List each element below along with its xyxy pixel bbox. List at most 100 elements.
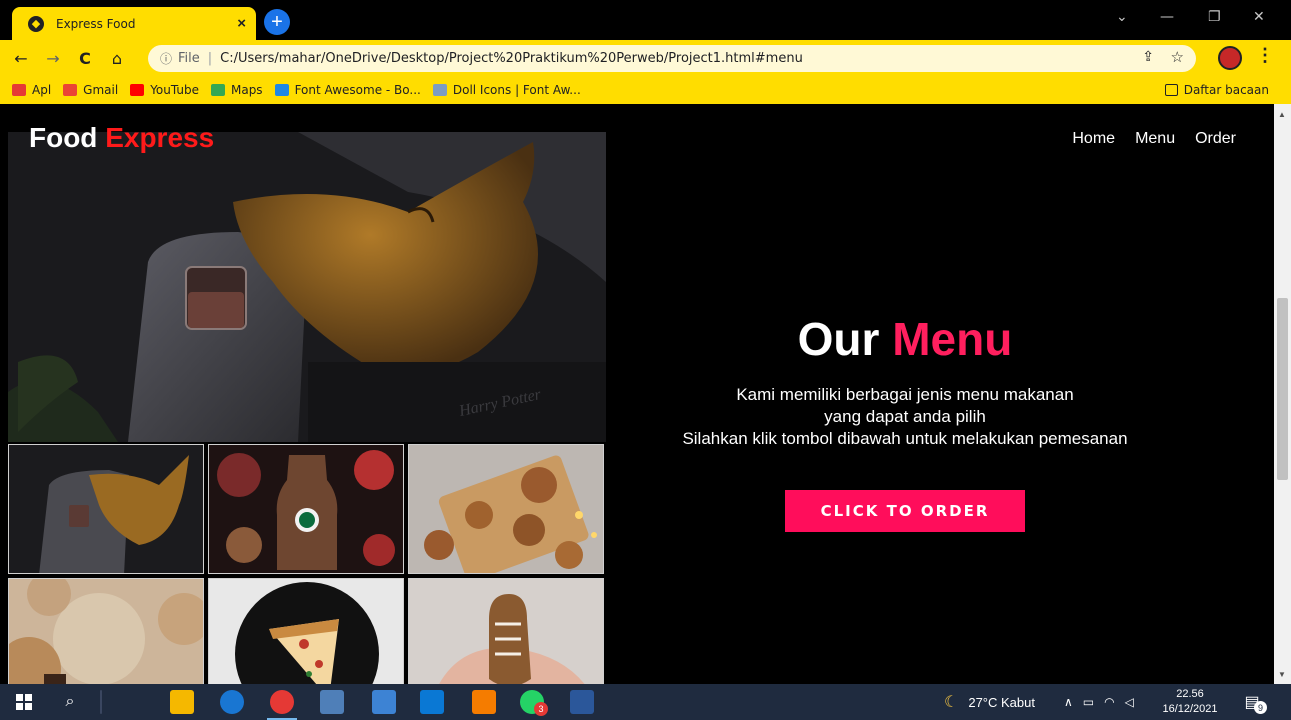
active-tab[interactable]: ◆ Express Food ×	[12, 7, 256, 40]
tab-favicon-icon: ◆	[28, 15, 44, 32]
clock-date: 16/12/2021	[1162, 703, 1218, 715]
bookmark-label: YouTube	[150, 83, 199, 97]
bookmark-label: Font Awesome - Bo...	[294, 83, 421, 97]
word-icon[interactable]	[570, 690, 594, 714]
address-bar[interactable]: ⓘ File | C:/Users/mahar/OneDrive/Desktop…	[148, 45, 1196, 72]
gallery-thumb-gingerbread[interactable]	[408, 444, 604, 574]
nav-link-order[interactable]: Order	[1195, 130, 1236, 148]
url-separator: |	[207, 51, 213, 66]
hero-photo: Harry Potter	[8, 132, 606, 442]
thumb-cookies-art	[9, 579, 203, 684]
page-scrollbar[interactable]: ▲ ▼	[1274, 104, 1291, 684]
scroll-thumb[interactable]	[1277, 298, 1288, 480]
reading-list-button[interactable]: Daftar bacaan	[1164, 83, 1269, 97]
windows-taskbar: ⌕ 3 ☾ 27°C Kabut ∧ ▭ ◠ ◁ 22.56 16/12/202…	[0, 684, 1291, 720]
notification-center-icon[interactable]: ▤ 9	[1240, 690, 1267, 714]
tab-title: Express Food	[56, 16, 136, 31]
bookmark-favicon-icon	[274, 84, 289, 96]
taskbar-divider	[100, 690, 102, 714]
restore-icon[interactable]: ❐	[1208, 9, 1221, 25]
vscode-icon[interactable]	[420, 690, 444, 714]
click-to-order-button[interactable]: CLICK TO ORDER	[785, 490, 1025, 532]
home-icon[interactable]: ⌂	[106, 49, 128, 68]
bookmark-favicon-icon	[210, 84, 225, 96]
bookmark-favicon-icon	[432, 84, 447, 96]
logo-text-accent: Express	[105, 122, 215, 153]
tab-search-icon[interactable]: ⌄	[1116, 9, 1128, 25]
bookmark-label: Doll Icons | Font Aw...	[452, 83, 581, 97]
bookmark-favicon-icon	[63, 84, 78, 96]
reading-list-icon	[1164, 84, 1178, 96]
forward-icon[interactable]: →	[42, 49, 64, 68]
bookmark-favicon-icon	[12, 84, 26, 96]
browser-tab-strip: ◆ Express Food × + ⌄ — ❐ ✕	[0, 0, 1291, 40]
bookmark-item[interactable]: YouTube	[130, 83, 199, 97]
new-tab-button[interactable]: +	[264, 9, 290, 35]
bookmark-item[interactable]: Apl	[12, 83, 51, 97]
notification-count: 9	[1254, 701, 1267, 714]
nav-link-menu[interactable]: Menu	[1135, 130, 1175, 148]
gallery-thumb-cookies[interactable]	[8, 578, 204, 684]
heading-accent: Menu	[892, 313, 1013, 365]
scroll-up-icon[interactable]: ▲	[1278, 110, 1286, 119]
weather-moon-icon: ☾	[944, 694, 959, 711]
thumb-mitten-art	[409, 579, 603, 684]
site-logo[interactable]: Food Express	[29, 122, 214, 154]
minimize-icon[interactable]: —	[1160, 9, 1174, 25]
thumb-starbucks-art	[209, 445, 403, 573]
nav-link-home[interactable]: Home	[1072, 130, 1115, 148]
menu-kebab-icon[interactable]: ⋮	[1256, 45, 1274, 66]
thumb-pizza-art	[209, 579, 403, 684]
bookmark-favicon-icon	[130, 84, 145, 96]
back-icon[interactable]: ←	[10, 49, 32, 68]
battery-icon[interactable]: ▭	[1083, 695, 1094, 709]
gallery-thumb-mitten-cookie[interactable]	[408, 578, 604, 684]
description-line-1: Kami memiliki berbagai jenis menu makana…	[736, 385, 1074, 404]
file-explorer-icon[interactable]	[170, 690, 194, 714]
close-window-icon[interactable]: ✕	[1253, 9, 1265, 25]
bookmarks-bar: Apl Gmail YouTube Maps Font Awesome - Bo... D…	[0, 76, 1291, 104]
menu-heading: Our Menu	[605, 312, 1205, 366]
windows-start-icon[interactable]	[12, 690, 36, 714]
url-scheme: File	[178, 51, 200, 66]
wifi-icon[interactable]: ◠	[1104, 695, 1114, 709]
share-icon[interactable]: ⇪	[1142, 49, 1154, 65]
heading-main: Our	[797, 313, 880, 365]
site-info-icon[interactable]: ⓘ	[160, 50, 172, 67]
logo-text-main: Food	[29, 122, 98, 153]
edge-icon[interactable]	[220, 690, 244, 714]
bookmark-item[interactable]: Gmail	[63, 83, 118, 97]
bookmark-label: Apl	[32, 83, 52, 97]
tab-close-icon[interactable]: ×	[237, 15, 246, 32]
bookmark-item[interactable]: Maps	[210, 83, 263, 97]
web-page: Food Express Home Menu Order Harry Potte…	[0, 104, 1274, 684]
whatsapp-icon[interactable]: 3	[520, 690, 548, 716]
bookmark-star-icon[interactable]: ☆	[1171, 48, 1184, 66]
thumb-pillow-art	[9, 445, 203, 573]
bookmark-item[interactable]: Font Awesome - Bo...	[274, 83, 421, 97]
gallery-thumb-pizza[interactable]	[208, 578, 404, 684]
whatsapp-badge: 3	[534, 702, 548, 716]
reload-icon[interactable]: C	[74, 49, 96, 68]
chrome-icon[interactable]	[270, 690, 294, 714]
bookmark-item[interactable]: Doll Icons | Font Aw...	[432, 83, 581, 97]
system-tray: ∧ ▭ ◠ ◁	[1064, 684, 1134, 720]
bookmark-label: Gmail	[83, 83, 119, 97]
weather-widget[interactable]: ☾ 27°C Kabut	[944, 684, 1035, 720]
gallery-thumb-pillow[interactable]	[8, 444, 204, 574]
volume-icon[interactable]: ◁	[1125, 695, 1134, 709]
tray-chevron-icon[interactable]: ∧	[1064, 695, 1073, 709]
xampp-icon[interactable]	[472, 690, 496, 714]
clock-time: 22.56	[1176, 688, 1204, 700]
gallery-thumb-starbucks[interactable]	[208, 444, 404, 574]
profile-avatar[interactable]	[1218, 46, 1242, 70]
virtualbox-icon[interactable]	[320, 690, 344, 714]
bookmark-label: Maps	[230, 83, 263, 97]
weather-text: 27°C Kabut	[968, 694, 1035, 710]
search-icon[interactable]: ⌕	[58, 690, 82, 714]
notepad-icon[interactable]	[372, 690, 396, 714]
url-text[interactable]: C:/Users/mahar/OneDrive/Desktop/Project%…	[220, 51, 803, 66]
scroll-down-icon[interactable]: ▼	[1278, 670, 1286, 679]
taskbar-clock[interactable]: 22.56 16/12/2021	[1158, 687, 1222, 717]
thumb-gingerbread-art	[409, 445, 603, 573]
